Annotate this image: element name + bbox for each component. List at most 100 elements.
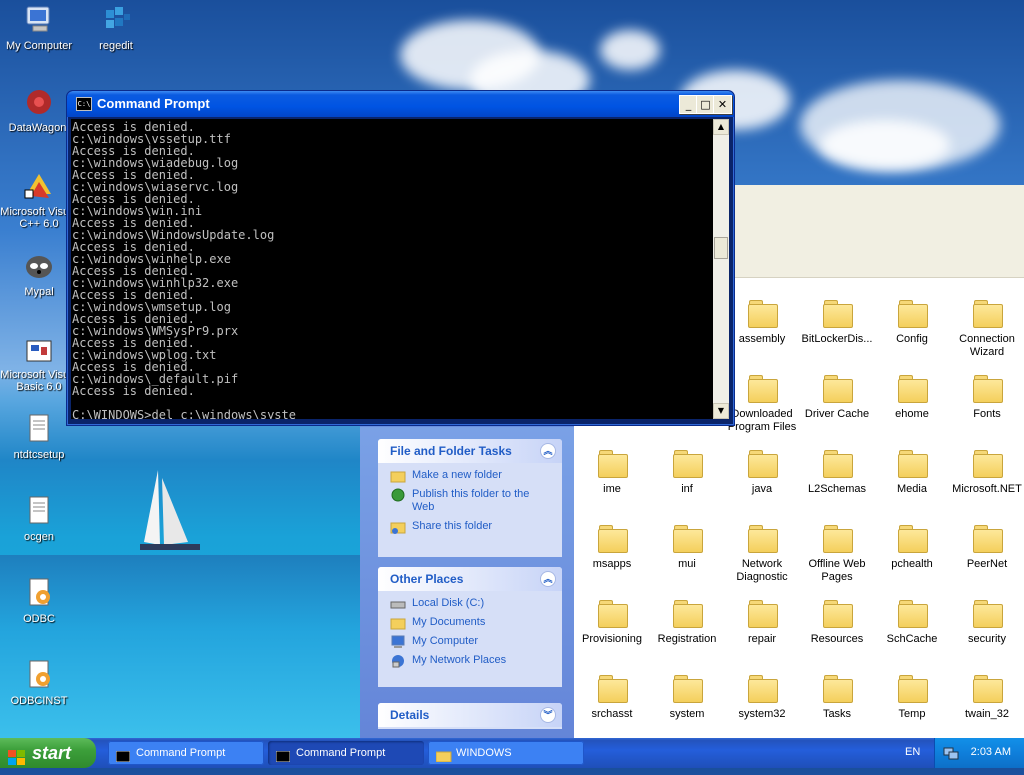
other-places-panel: Other Places ︽ Local Disk (C:) My Docume… [378,567,562,687]
folder-label: Microsoft.NET [952,483,1022,495]
folder-icon [596,675,628,703]
folder-label: Config [896,333,928,345]
documents-folder-icon [390,616,406,630]
collapse-icon[interactable]: ︽ [540,443,556,459]
taskbar-button-windows-folder[interactable]: WINDOWS [428,741,584,765]
title-bar[interactable]: C:\ Command Prompt _ □ ✕ [67,91,734,117]
folder-icon [746,300,778,328]
folder-label: pchealth [891,558,933,570]
folder-label: inf [681,483,693,495]
desktop-icon-odbc[interactable]: ODBC [0,577,79,625]
folder-item[interactable]: Network Diagnostic [724,525,800,584]
config-file-icon [23,659,55,691]
folder-item[interactable]: ime [574,450,650,496]
folder-label: PeerNet [966,558,1008,570]
my-computer-link[interactable]: My Computer [390,635,552,648]
folder-icon [896,375,928,403]
folder-item[interactable]: Microsoft.NET [949,450,1024,496]
folder-item[interactable]: Connection Wizard [949,300,1024,359]
folder-icon [821,600,853,628]
make-new-folder-link[interactable]: Make a new folder [390,469,552,483]
folder-label: java [751,483,773,495]
folder-icon [821,375,853,403]
folder-item[interactable]: inf [649,450,725,496]
folder-item[interactable]: Config [874,300,950,346]
text-document-icon [23,413,55,445]
folder-item[interactable]: BitLockerDis... [799,300,875,346]
mypal-icon [23,250,55,282]
folder-icon [596,450,628,478]
folder-item[interactable]: Provisioning [574,600,650,646]
folder-item[interactable]: L2Schemas [799,450,875,496]
folder-label: system32 [738,708,786,720]
folder-item[interactable]: assembly [724,300,800,346]
folder-label: Media [897,483,927,495]
publish-folder-link[interactable]: Publish this folder to the Web [390,488,552,514]
my-documents-link[interactable]: My Documents [390,616,552,630]
clock[interactable]: 2:03 AM [971,746,1011,758]
folder-icon [746,600,778,628]
folder-item[interactable]: Temp [874,675,950,721]
folder-item[interactable]: SchCache [874,600,950,646]
folder-item[interactable]: twain_32 [949,675,1024,721]
scroll-up-icon[interactable]: ▲ [713,119,729,135]
folder-item[interactable]: PeerNet [949,525,1024,571]
folder-label: Network Diagnostic [736,558,788,583]
folder-item[interactable]: msapps [574,525,650,571]
folder-item[interactable]: Media [874,450,950,496]
start-button[interactable]: start [0,738,96,768]
other-places-header[interactable]: Other Places ︽ [378,567,562,591]
folder-item[interactable]: system32 [724,675,800,721]
share-folder-link[interactable]: Share this folder [390,520,552,534]
computer-icon [390,635,406,649]
share-folder-icon [390,520,406,534]
taskbar-button-command-prompt-1[interactable]: Command Prompt [108,741,264,765]
file-folder-tasks-header[interactable]: File and Folder Tasks ︽ [378,439,562,463]
details-header[interactable]: Details ︾ [378,703,562,727]
folder-label: SchCache [886,633,938,645]
command-prompt-window: C:\ Command Prompt _ □ ✕ Access is denie… [66,90,735,426]
vertical-scrollbar[interactable]: ▲ ▼ [713,119,729,419]
expand-icon[interactable]: ︾ [540,707,556,723]
folder-item[interactable]: mui [649,525,725,571]
desktop-icon-my-computer[interactable]: My Computer [0,4,79,52]
sailboat-wallpaper [140,470,200,550]
network-tray-icon[interactable] [943,745,959,764]
desktop-icon-ocgen[interactable]: ocgen [0,495,79,543]
folder-item[interactable]: Tasks [799,675,875,721]
folder-icon [971,525,1003,553]
folder-item[interactable]: pchealth [874,525,950,571]
visual-basic-icon [23,333,55,365]
folder-item[interactable]: Registration [649,600,725,646]
folder-item[interactable]: java [724,450,800,496]
folder-item[interactable]: ehome [874,375,950,421]
folder-item[interactable]: Offline Web Pages [799,525,875,584]
config-file-icon [23,577,55,609]
scroll-thumb[interactable] [714,237,728,259]
language-indicator[interactable]: EN [905,746,920,758]
globe-icon [390,488,406,502]
folder-item[interactable]: Downloaded Program Files [724,375,800,434]
collapse-icon[interactable]: ︽ [540,571,556,587]
folder-item[interactable]: repair [724,600,800,646]
desktop-icon-odbcinst[interactable]: ODBCINST [0,659,79,707]
local-disk-link[interactable]: Local Disk (C:) [390,597,552,610]
close-button[interactable]: ✕ [713,95,732,114]
folder-icon [821,675,853,703]
folder-item[interactable]: Fonts [949,375,1024,421]
my-network-places-link[interactable]: My Network Places [390,654,552,668]
folder-item[interactable]: system [649,675,725,721]
folder-item[interactable]: Driver Cache [799,375,875,421]
folder-item[interactable]: security [949,600,1024,646]
folder-label: msapps [592,558,632,570]
console-output[interactable]: Access is denied. c:\windows\vssetup.ttf… [71,119,713,419]
taskbar-button-command-prompt-2[interactable]: Command Prompt [268,741,424,765]
folder-item[interactable]: Resources [799,600,875,646]
desktop-icon-regedit[interactable]: regedit [76,4,156,52]
console-icon [115,747,131,763]
folder-icon [671,600,703,628]
folder-icon [821,525,853,553]
folder-icon [596,600,628,628]
folder-item[interactable]: srchasst [574,675,650,721]
scroll-down-icon[interactable]: ▼ [713,403,729,419]
